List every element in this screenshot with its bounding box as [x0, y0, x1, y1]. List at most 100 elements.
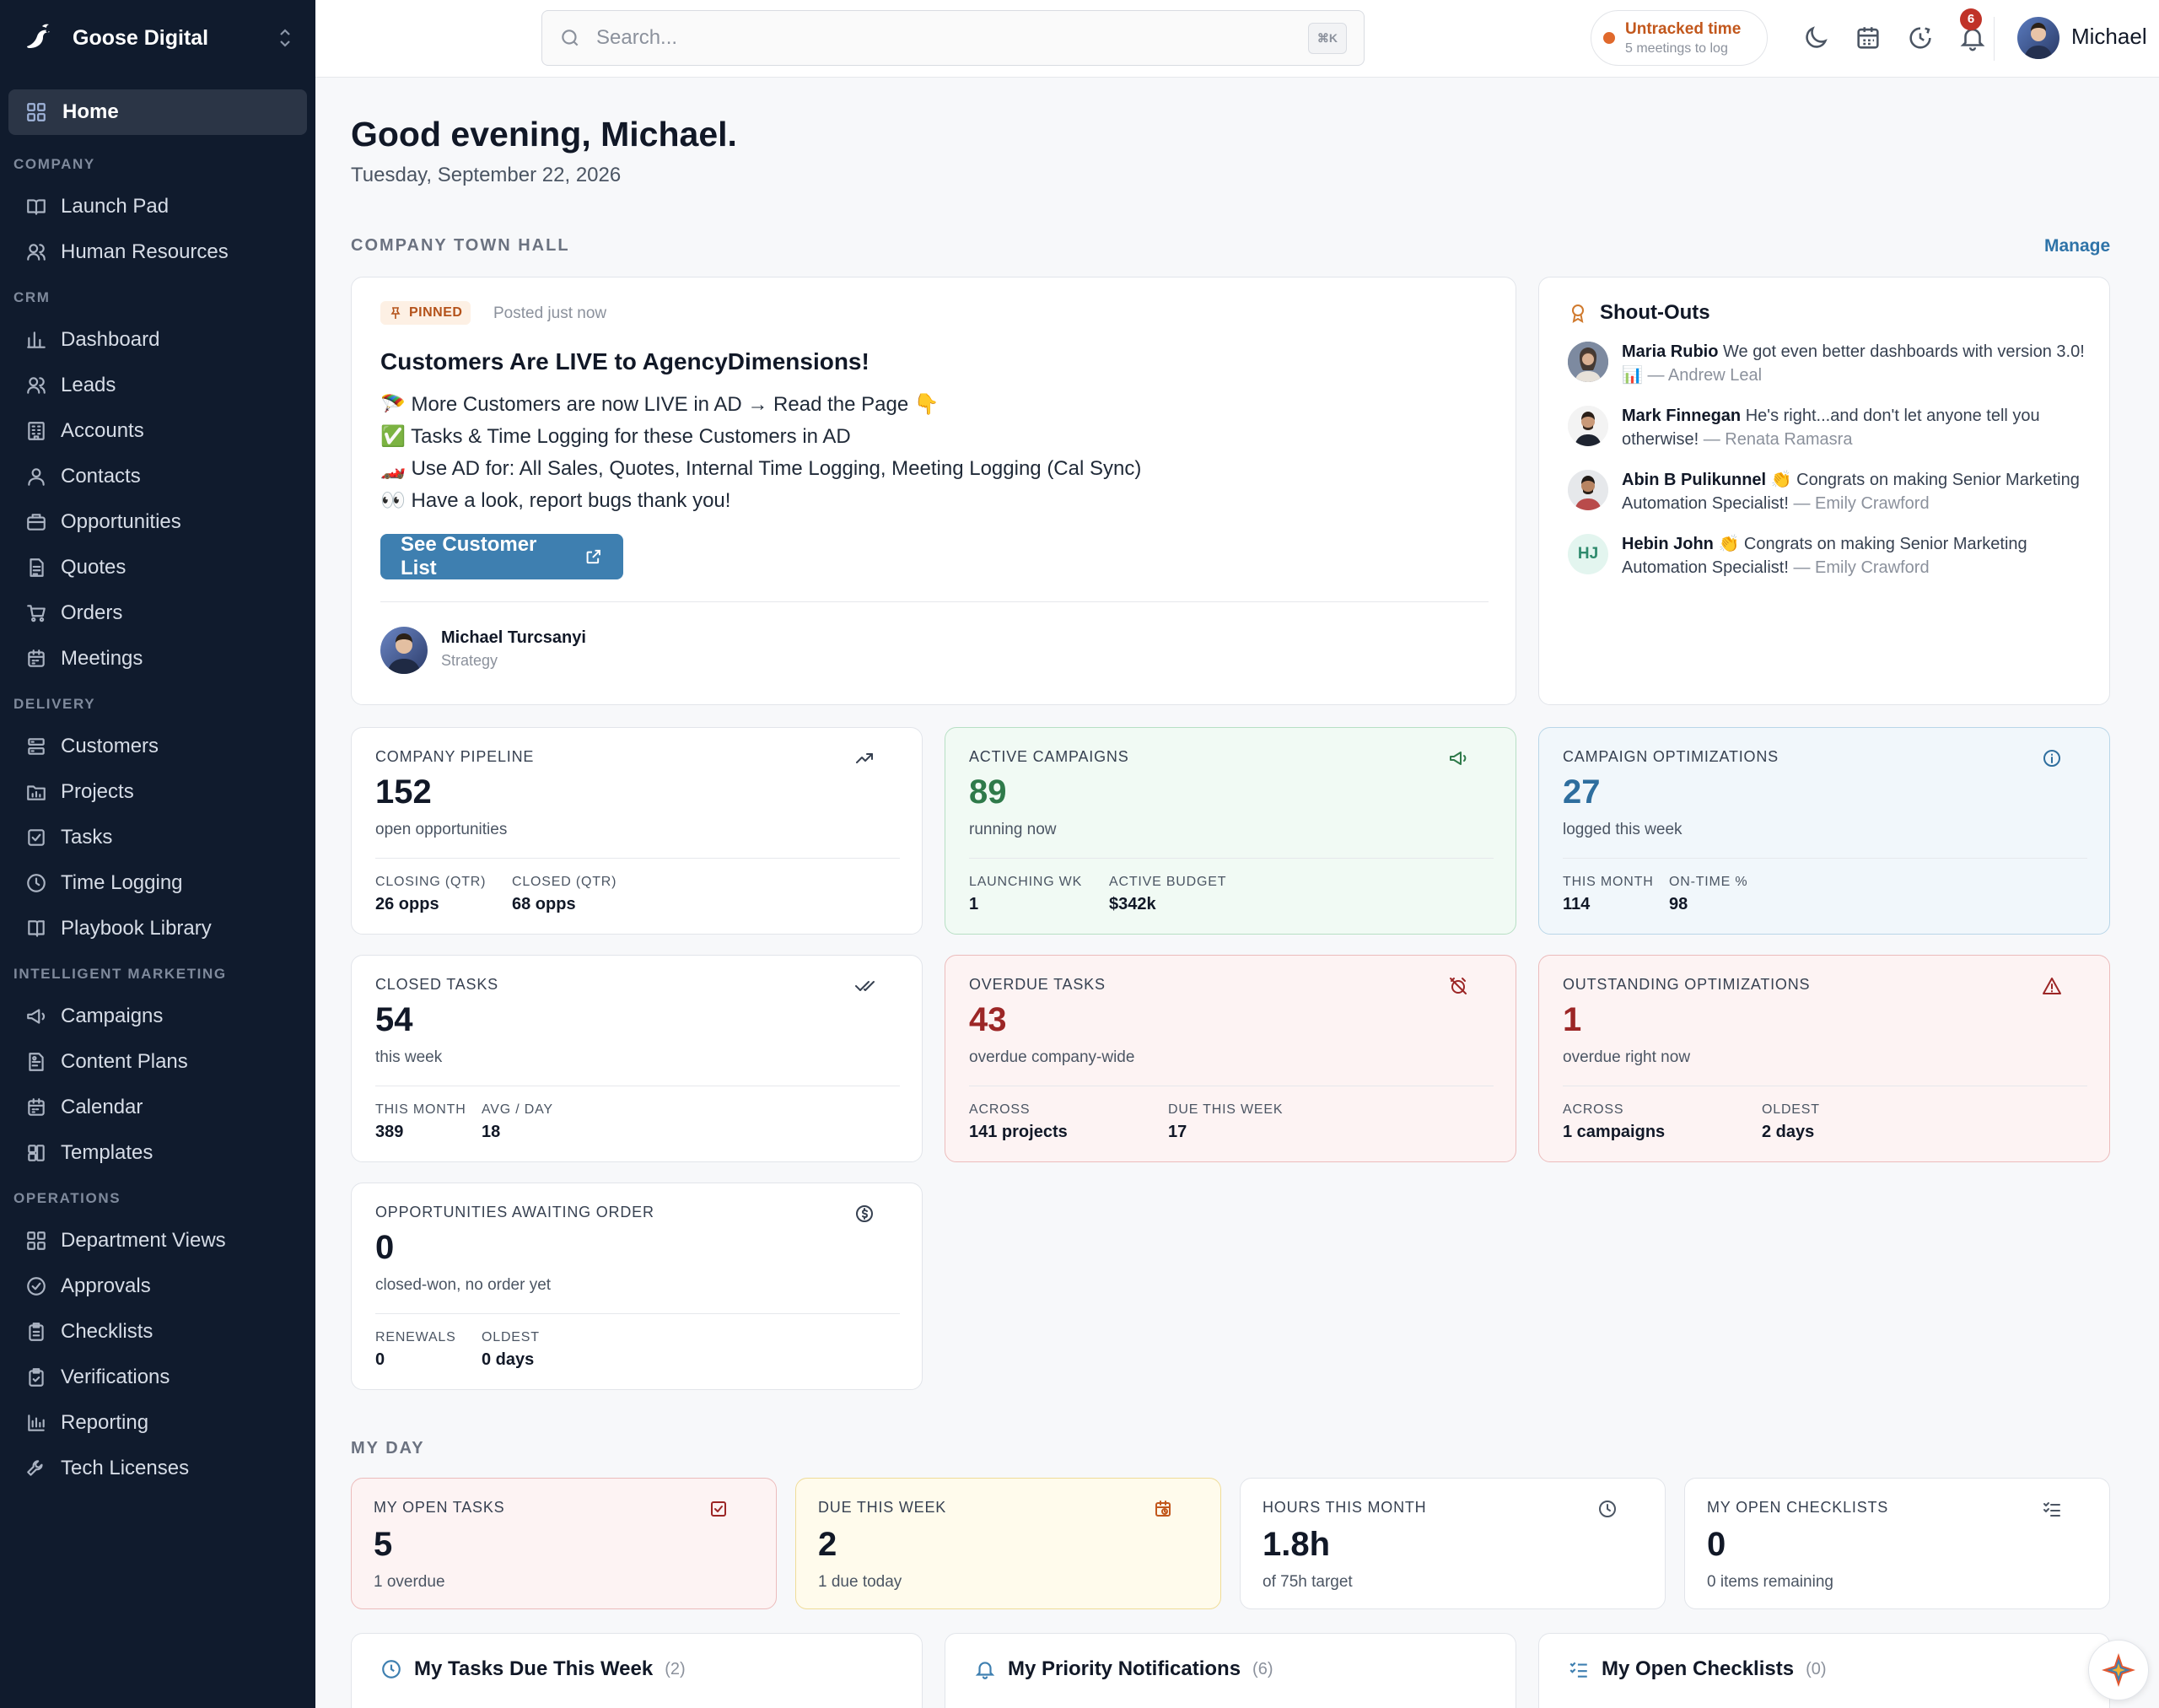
user-name[interactable]: Michael [2071, 24, 2147, 50]
info-icon [2043, 750, 2060, 767]
sidebar-item-calendar[interactable]: Calendar [0, 1085, 315, 1130]
stat-metric: RENEWALS 0 [375, 1330, 456, 1370]
sidebar-item-dashboard[interactable]: Dashboard [0, 317, 315, 363]
users-icon [27, 377, 46, 394]
document-icon [30, 558, 44, 577]
sidebar-item-verifications[interactable]: Verifications [0, 1355, 315, 1400]
metric-value: 1 [969, 895, 979, 913]
shoutouts-card: Shout-Outs Maria Rubio We got even bette… [1538, 277, 2110, 705]
sidebar-item-human-resources[interactable]: Human Resources [0, 229, 315, 275]
briefcase-icon [27, 514, 46, 531]
person-icon [28, 468, 45, 486]
stat-label: OUTSTANDING OPTIMIZATIONS [1563, 976, 1811, 993]
manage-link[interactable]: Manage [2044, 236, 2110, 256]
sidebar-item-department-views[interactable]: Department Views [0, 1218, 315, 1263]
sidebar-item-reporting[interactable]: Reporting [0, 1400, 315, 1446]
sidebar-section-title: INTELLIGENT MARKETING [13, 966, 227, 982]
sidebar-item-tech-licenses[interactable]: Tech Licenses [0, 1446, 315, 1491]
sidebar-item-opportunities[interactable]: Opportunities [0, 499, 315, 545]
author-department: Strategy [441, 652, 498, 669]
current-date: Tuesday, September 22, 2026 [351, 164, 622, 186]
workspace-switcher[interactable]: Goose Digital [0, 0, 315, 76]
sidebar-item-campaigns[interactable]: Campaigns [0, 994, 315, 1039]
post-timestamp: Posted just now [493, 304, 607, 322]
shoutouts-title: Shout-Outs [1568, 301, 1710, 325]
checkbox-square-icon [711, 1501, 726, 1517]
sidebar-section-title: DELIVERY [13, 696, 96, 712]
pinned-label: PINNED [409, 305, 463, 320]
metric-value: $342k [1109, 895, 1156, 913]
stat-metric: ON-TIME % 98 [1669, 875, 1747, 914]
external-link-icon [587, 549, 601, 564]
stat-card-overdue-tasks[interactable]: OVERDUE TASKS 43 overdue company-wide ACROS… [945, 955, 1516, 1162]
stat-metric: DUE THIS WEEK 17 [1168, 1102, 1283, 1142]
sidebar-item-label: Playbook Library [61, 917, 212, 940]
shoutout-author: — Emily Crawford [1793, 494, 1930, 513]
panel-count: (2) [665, 1659, 686, 1678]
metric-label: OLDEST [482, 1330, 540, 1344]
stat-subtitle: this week [375, 1048, 443, 1066]
untracked-time-button[interactable]: Untracked time 5 meetings to log [1591, 10, 1768, 66]
sidebar-item-projects[interactable]: Projects [0, 769, 315, 815]
sidebar-item-launch-pad[interactable]: Launch Pad [0, 184, 315, 229]
stat-card-closed-tasks[interactable]: CLOSED TASKS 54 this week THIS MONTH 389 AVG … [351, 955, 923, 1162]
card-subtitle: 1 overdue [374, 1573, 445, 1591]
sidebar-item-time-logging[interactable]: Time Logging [0, 860, 315, 906]
user-avatar[interactable] [2017, 17, 2059, 59]
sidebar-item-leads[interactable]: Leads [0, 363, 315, 408]
stat-card-active-campaigns[interactable]: ACTIVE CAMPAIGNS 89 running now LAUNCHING W… [945, 727, 1516, 935]
divider [375, 1313, 900, 1314]
building-icon [28, 422, 45, 440]
sidebar-item-tasks[interactable]: Tasks [0, 815, 315, 860]
search-input[interactable]: Search... ⌘K [541, 10, 1365, 66]
avatar [1568, 406, 1608, 446]
stat-metric: OLDEST 0 days [482, 1330, 540, 1370]
card-value: 2 [818, 1526, 837, 1563]
ai-assistant-button[interactable] [2088, 1640, 2149, 1700]
see-customer-list-button[interactable]: See Customer List [380, 533, 623, 579]
sidebar-item-orders[interactable]: Orders [0, 590, 315, 636]
my-day-card-hours-this-month[interactable]: HOURS THIS MONTH 1.8h of 75h target [1240, 1478, 1666, 1609]
book-open-icon [27, 199, 46, 215]
my-day-card-my-open-tasks[interactable]: MY OPEN TASKS 5 1 overdue [351, 1478, 777, 1609]
sidebar-item-meetings[interactable]: Meetings [0, 636, 315, 682]
panel-title: My Tasks Due This Week (2) [380, 1657, 686, 1681]
sidebar-item-accounts[interactable]: Accounts [0, 408, 315, 454]
status-dot [1603, 32, 1615, 44]
sidebar-item-contacts[interactable]: Contacts [0, 454, 315, 499]
sidebar-item-label: Customers [61, 735, 159, 757]
my-day-card-due-this-week[interactable]: DUE THIS WEEK 2 1 due today [795, 1478, 1221, 1609]
stat-value: 43 [969, 1001, 1007, 1038]
sidebar-item-label: Time Logging [61, 871, 183, 894]
stat-metric: CLOSED (QTR) 68 opps [512, 875, 616, 914]
sidebar-item-home[interactable]: Home [8, 89, 307, 135]
notification-badge: 6 [1960, 8, 1982, 30]
stat-card-outstanding-optimizations[interactable]: OUTSTANDING OPTIMIZATIONS 1 overdue right … [1538, 955, 2110, 1162]
card-label: DUE THIS WEEK [818, 1499, 947, 1516]
sidebar-item-templates[interactable]: Templates [0, 1130, 315, 1176]
chevron-up-down-icon [280, 29, 290, 47]
sidebar-item-label: Tech Licenses [61, 1457, 190, 1479]
metric-label: ACROSS [1563, 1102, 1624, 1117]
calendar-icon[interactable] [1854, 24, 1882, 52]
search-shortcut: ⌘K [1307, 22, 1347, 54]
topbar: Search... ⌘K Untracked time 5 meetings t… [315, 0, 2159, 78]
timer-icon[interactable] [1906, 24, 1935, 52]
sidebar-item-quotes[interactable]: Quotes [0, 545, 315, 590]
sidebar-item-approvals[interactable]: Approvals [0, 1263, 315, 1309]
announcement-body: 🪂 More Customers are now LIVE in AD → Re… [380, 389, 1141, 517]
sidebar-item-customers[interactable]: Customers [0, 724, 315, 769]
sidebar-item-playbook-library[interactable]: Playbook Library [0, 906, 315, 951]
sidebar-item-content-plans[interactable]: Content Plans [0, 1039, 315, 1085]
sidebar-item-checklists[interactable]: Checklists [0, 1309, 315, 1355]
card-label: MY OPEN TASKS [374, 1499, 505, 1516]
clipboard-icon [29, 1323, 44, 1341]
check-circle-icon [27, 1277, 46, 1296]
search-icon [562, 30, 579, 46]
stat-card-company-pipeline[interactable]: COMPANY PIPELINE 152 open opportunities CLO… [351, 727, 923, 935]
stat-card-campaign-optimizations[interactable]: CAMPAIGN OPTIMIZATIONS 27 logged this week… [1538, 727, 2110, 935]
checkbox-icon [28, 829, 45, 846]
stat-card-opportunities-awaiting-order[interactable]: OPPORTUNITIES AWAITING ORDER 0 closed-won,… [351, 1183, 923, 1390]
my-day-card-my-open-checklists[interactable]: MY OPEN CHECKLISTS 0 0 items remaining [1684, 1478, 2110, 1609]
moon-icon[interactable] [1801, 24, 1830, 52]
